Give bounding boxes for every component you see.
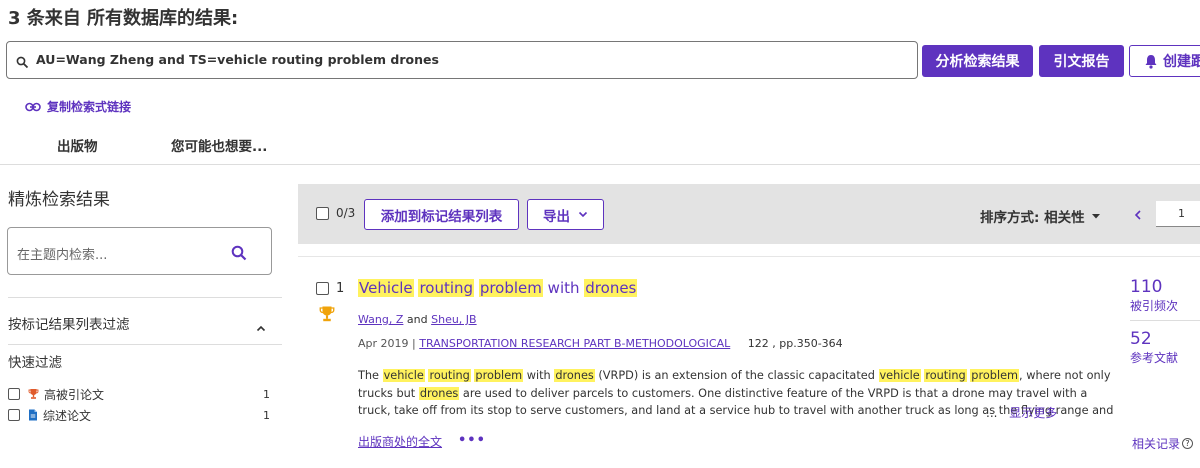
references[interactable]: 52 参考文献 <box>1130 329 1178 366</box>
publication-meta: Apr 2019 | TRANSPORTATION RESEARCH PART … <box>358 337 843 350</box>
quick-filter-count: 1 <box>263 387 270 401</box>
highlighted-term: drones <box>554 369 595 382</box>
add-to-marked-list-button[interactable]: 添加到标记结果列表 <box>364 199 519 230</box>
export-button[interactable]: 导出 <box>527 199 604 230</box>
bell-icon <box>1145 54 1157 69</box>
quick-filter-review[interactable]: 综述论文 1 <box>8 406 278 424</box>
text-segment: with <box>542 279 585 297</box>
highlighted-term: problem <box>970 369 1020 382</box>
caret-down-icon <box>1091 214 1100 219</box>
quick-filter-label: 综述论文 <box>43 408 92 423</box>
create-alert-button[interactable]: 创建跟 <box>1129 45 1200 77</box>
tabs-divider <box>0 164 1200 165</box>
search-icon <box>16 54 29 73</box>
highlighted-term: vehicle <box>382 369 425 382</box>
author-link[interactable]: Sheu, JB <box>431 313 476 326</box>
authors-conjunction: and <box>406 313 428 326</box>
document-icon <box>28 409 38 421</box>
refine-results-title: 精炼检索结果 <box>8 190 110 210</box>
text-segment: with <box>523 369 555 382</box>
times-cited-count: 110 <box>1130 277 1163 297</box>
results-title: 3 条来自 所有数据库的结果: <box>8 8 239 29</box>
show-more-label: 显示更多 <box>1009 406 1058 420</box>
chevron-up-icon[interactable] <box>256 317 266 336</box>
sidebar-divider <box>8 344 282 345</box>
sort-dropdown[interactable]: 排序方式: 相关性 <box>980 206 1101 226</box>
selected-count: 0/3 <box>336 206 356 220</box>
times-cited-label: 被引频次 <box>1130 299 1179 313</box>
quick-filter-label: 高被引论文 <box>44 387 105 402</box>
stats-divider <box>1130 320 1200 321</box>
page-root: 3 条来自 所有数据库的结果: AU=Wang Zheng and TS=veh… <box>0 0 1200 468</box>
related-records-link[interactable]: 相关记录 ? <box>1132 435 1194 452</box>
result-title-link[interactable]: Vehicle routing problem with drones <box>358 279 638 297</box>
sidebar-divider <box>8 297 282 298</box>
result-index: 1 <box>336 281 345 296</box>
show-more-link[interactable]: ... 显示更多 <box>986 404 1057 421</box>
filter-by-marked-list[interactable]: 按标记结果列表过滤 <box>8 313 130 333</box>
checkbox[interactable] <box>8 409 20 421</box>
topic-search-placeholder: 在主题内检索... <box>17 248 108 263</box>
copy-link-label: 复制检索式链接 <box>47 100 132 114</box>
chevron-down-icon <box>578 211 588 218</box>
link-icon <box>25 102 41 111</box>
highlighted-term: drones <box>418 386 460 400</box>
more-options-button[interactable]: ••• <box>458 433 486 448</box>
tab-you-may-also-like[interactable]: 您可能也想要... <box>171 135 267 155</box>
authors: Wang, Z and Sheu, JB <box>358 313 477 326</box>
trophy-icon <box>28 388 39 400</box>
highlighted-term: drones <box>584 279 638 297</box>
related-records-label: 相关记录 <box>1132 437 1181 451</box>
search-icon[interactable] <box>231 245 247 265</box>
sort-label: 排序方式: 相关性 <box>980 210 1085 226</box>
text-segment: The <box>358 369 383 382</box>
highlighted-term: routing <box>924 369 967 382</box>
topic-search-input[interactable]: 在主题内检索... <box>7 227 272 275</box>
highlighted-term: routing <box>428 369 471 382</box>
query-search-field[interactable]: AU=Wang Zheng and TS=vehicle routing pro… <box>6 41 918 79</box>
chevron-left-icon[interactable] <box>1134 206 1142 225</box>
references-count: 52 <box>1130 329 1152 349</box>
result-checkbox[interactable] <box>316 282 329 295</box>
volume-pages: 122 , pp.350-364 <box>747 337 843 350</box>
highlighted-term: routing <box>418 279 475 297</box>
page-number-input[interactable]: 1 <box>1156 201 1200 227</box>
select-all-checkbox[interactable] <box>316 207 329 220</box>
highlighted-term: problem <box>478 279 543 297</box>
results-toolbar: 0/3 添加到标记结果列表 导出 排序方式: 相关性 1 <box>298 184 1200 244</box>
result-card: 1 Vehicle routing problem with drones Wa… <box>298 256 1200 468</box>
references-label: 参考文献 <box>1130 351 1179 365</box>
times-cited[interactable]: 110 被引频次 <box>1130 277 1178 314</box>
query-text: AU=Wang Zheng and TS=vehicle routing pro… <box>36 52 439 67</box>
author-link[interactable]: Wang, Z <box>358 313 403 326</box>
pub-date: Apr 2019 <box>358 337 409 350</box>
highlighted-term: Vehicle <box>358 279 414 297</box>
copy-query-link[interactable]: 复制检索式链接 <box>25 98 131 115</box>
quick-filter-heading: 快速过滤 <box>8 355 62 371</box>
text-segment: (VRPD) is an extension of the classic ca… <box>594 369 879 382</box>
help-icon[interactable]: ? <box>1182 438 1194 449</box>
quick-filter-highly-cited[interactable]: 高被引论文 1 <box>8 385 278 403</box>
ellipsis: ... <box>986 406 998 420</box>
trophy-icon <box>318 305 336 327</box>
quick-filter-count: 1 <box>263 408 270 422</box>
analyze-results-button[interactable]: 分析检索结果 <box>922 45 1033 77</box>
highlighted-term: vehicle <box>878 369 921 382</box>
highlighted-term: problem <box>474 369 524 382</box>
export-label: 导出 <box>543 208 570 225</box>
publisher-fulltext-link[interactable]: 出版商处的全文 <box>358 433 442 450</box>
create-alert-label: 创建跟 <box>1163 54 1200 70</box>
tab-publications[interactable]: 出版物 <box>57 135 98 155</box>
checkbox[interactable] <box>8 388 20 400</box>
citation-report-button[interactable]: 引文报告 <box>1039 45 1124 77</box>
journal-link[interactable]: TRANSPORTATION RESEARCH PART B-METHODOLO… <box>419 337 730 350</box>
